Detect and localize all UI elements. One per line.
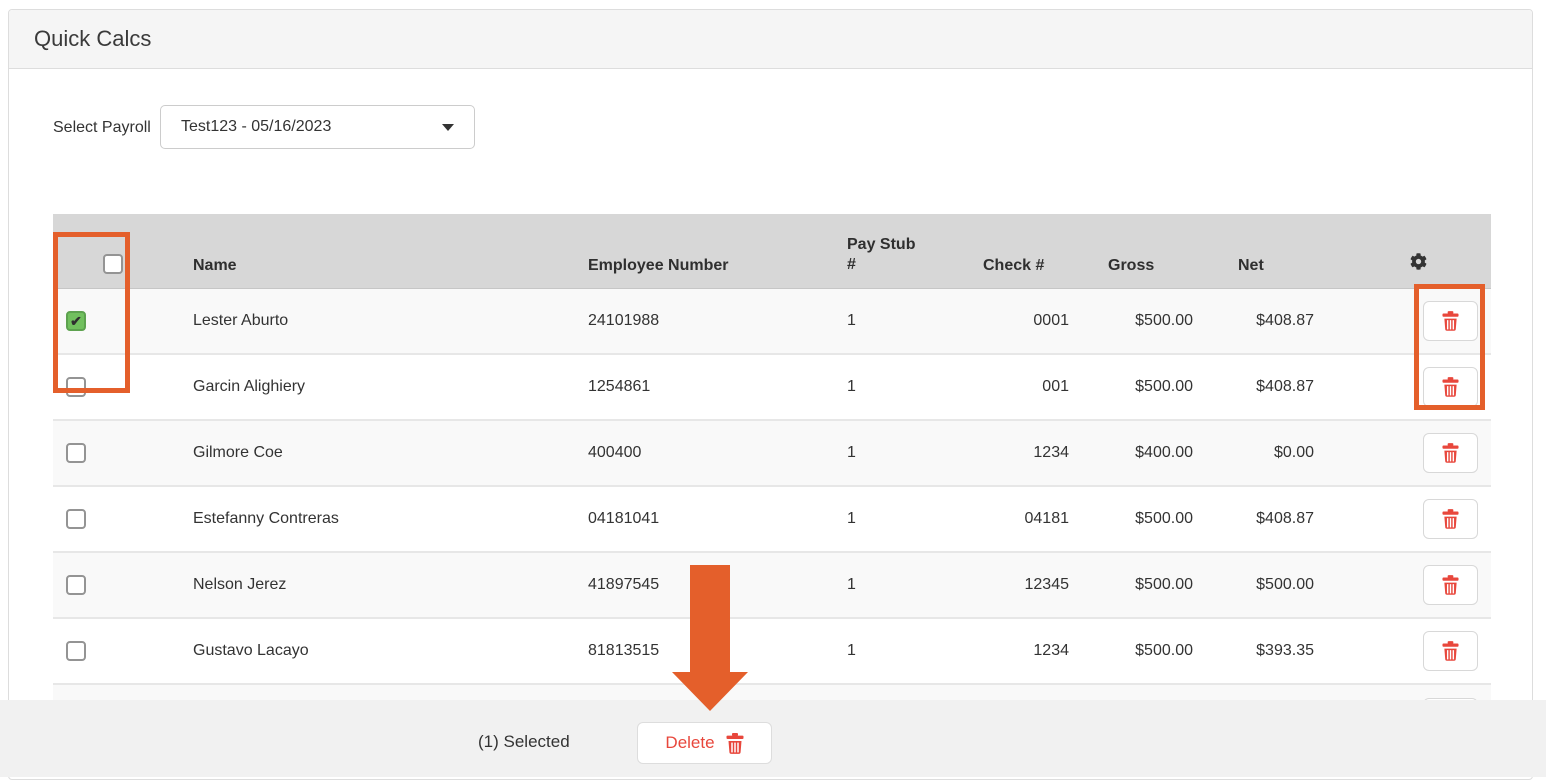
row-checkbox[interactable] (66, 377, 86, 397)
trash-icon (1442, 509, 1459, 529)
check-number: 12345 (961, 552, 1086, 618)
employee-name: Lester Aburto (171, 288, 566, 354)
page-title: Quick Calcs (34, 26, 151, 52)
employee-number: 81813515 (566, 618, 831, 684)
pay-stub-number: 1 (831, 618, 961, 684)
gross-amount: $400.00 (1086, 420, 1211, 486)
trash-icon (1442, 641, 1459, 661)
table-row: Estefanny Contreras 04181041 1 04181 $50… (53, 486, 1491, 552)
employee-number: 41897545 (566, 552, 831, 618)
payroll-selector-row: Select Payroll Test123 - 05/16/2023 (53, 105, 475, 149)
table-row: ✔ Lester Aburto 24101988 1 0001 $500.00 … (53, 288, 1491, 354)
net-amount: $500.00 (1211, 552, 1331, 618)
employee-name: Gilmore Coe (171, 420, 566, 486)
net-amount: $0.00 (1211, 420, 1331, 486)
payroll-dropdown[interactable]: Test123 - 05/16/2023 (160, 105, 475, 149)
employee-name: Nelson Jerez (171, 552, 566, 618)
row-checkbox[interactable]: ✔ (66, 311, 86, 331)
column-header-check: Check # (961, 214, 1086, 288)
pay-stub-number: 1 (831, 552, 961, 618)
pay-stub-number: 1 (831, 420, 961, 486)
check-number: 1234 (961, 420, 1086, 486)
footer-action-bar: (1) Selected Delete (0, 700, 1546, 777)
net-amount: $408.87 (1211, 486, 1331, 552)
gross-amount: $500.00 (1086, 288, 1211, 354)
employee-number: 1254861 (566, 354, 831, 420)
quick-calcs-page: Quick Calcs Select Payroll Test123 - 05/… (0, 0, 1546, 780)
gross-amount: $500.00 (1086, 354, 1211, 420)
table-row: Gustavo Lacayo 81813515 1 1234 $500.00 $… (53, 618, 1491, 684)
net-amount: $408.87 (1211, 354, 1331, 420)
employee-name: Garcin Alighiery (171, 354, 566, 420)
delete-row-button[interactable] (1423, 565, 1478, 605)
column-header-employee-number: Employee Number (566, 214, 831, 288)
trash-icon (1442, 575, 1459, 595)
table-body: ✔ Lester Aburto 24101988 1 0001 $500.00 … (53, 288, 1491, 750)
net-amount: $393.35 (1211, 618, 1331, 684)
chevron-down-icon (442, 124, 454, 131)
delete-row-button[interactable] (1423, 631, 1478, 671)
employee-name: Gustavo Lacayo (171, 618, 566, 684)
trash-icon (726, 733, 744, 754)
select-all-checkbox[interactable] (103, 254, 123, 274)
delete-row-button[interactable] (1423, 433, 1478, 473)
net-amount: $408.87 (1211, 288, 1331, 354)
gross-amount: $500.00 (1086, 486, 1211, 552)
panel-heading: Quick Calcs (9, 10, 1532, 69)
check-number: 1234 (961, 618, 1086, 684)
delete-selected-button[interactable]: Delete (637, 722, 772, 764)
delete-row-button[interactable] (1423, 367, 1478, 407)
gear-icon (1410, 253, 1427, 270)
quick-calcs-table: Name Employee Number Pay Stub # Check # … (53, 214, 1491, 750)
table-row: Gilmore Coe 400400 1 1234 $400.00 $0.00 (53, 420, 1491, 486)
trash-icon (1442, 311, 1459, 331)
select-payroll-label: Select Payroll (53, 105, 160, 149)
gross-amount: $500.00 (1086, 618, 1211, 684)
delete-row-button[interactable] (1423, 499, 1478, 539)
gross-amount: $500.00 (1086, 552, 1211, 618)
column-header-name: Name (171, 214, 566, 288)
column-settings-header[interactable] (1331, 214, 1491, 288)
pay-stub-number: 1 (831, 354, 961, 420)
check-number: 0001 (961, 288, 1086, 354)
trash-icon (1442, 377, 1459, 397)
payroll-dropdown-value: Test123 - 05/16/2023 (181, 118, 434, 136)
pay-stub-number: 1 (831, 288, 961, 354)
employee-number: 24101988 (566, 288, 831, 354)
check-number: 04181 (961, 486, 1086, 552)
row-checkbox[interactable] (66, 641, 86, 661)
employee-number: 04181041 (566, 486, 831, 552)
selected-count: (1) Selected (478, 732, 570, 752)
table-row: Garcin Alighiery 1254861 1 001 $500.00 $… (53, 354, 1491, 420)
employee-number: 400400 (566, 420, 831, 486)
column-header-pay-stub: Pay Stub # (831, 214, 961, 288)
column-header-net: Net (1211, 214, 1331, 288)
table-header-row: Name Employee Number Pay Stub # Check # … (53, 214, 1491, 288)
trash-icon (1442, 443, 1459, 463)
row-checkbox[interactable] (66, 575, 86, 595)
delete-row-button[interactable] (1423, 301, 1478, 341)
table-row: Nelson Jerez 41897545 1 12345 $500.00 $5… (53, 552, 1491, 618)
row-checkbox[interactable] (66, 509, 86, 529)
column-header-gross: Gross (1086, 214, 1211, 288)
employee-name: Estefanny Contreras (171, 486, 566, 552)
check-number: 001 (961, 354, 1086, 420)
pay-stub-number: 1 (831, 486, 961, 552)
quick-calcs-panel: Quick Calcs Select Payroll Test123 - 05/… (8, 9, 1533, 780)
row-checkbox[interactable] (66, 443, 86, 463)
